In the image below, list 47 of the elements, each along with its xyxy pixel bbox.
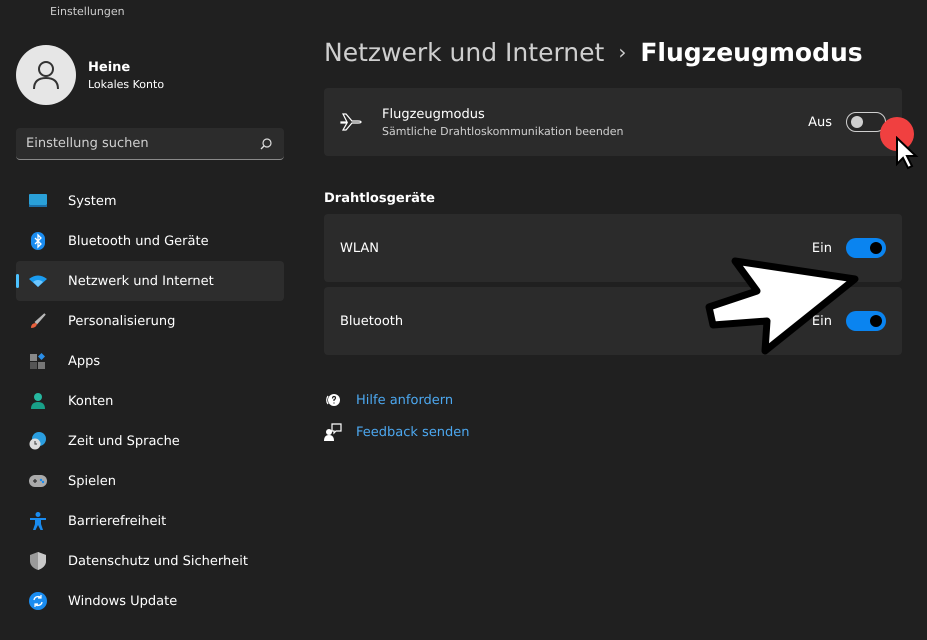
monitor-icon — [29, 194, 47, 208]
accessibility-icon — [30, 512, 46, 530]
globe-clock-icon — [29, 432, 47, 450]
help-link[interactable]: Hilfe anfordern — [356, 392, 454, 408]
wifi-icon — [29, 275, 47, 287]
state-label: Ein — [812, 240, 832, 256]
setting-title: Flugzeugmodus — [382, 106, 486, 122]
breadcrumb-separator: › — [618, 40, 626, 64]
sync-icon — [29, 592, 47, 610]
toggle-switch[interactable] — [846, 238, 886, 258]
gamepad-icon — [29, 475, 47, 487]
apps-icon — [30, 353, 46, 369]
sidebar-item[interactable]: Zeit und Sprache — [16, 421, 284, 461]
sidebar-item[interactable]: Bluetooth und Geräte — [16, 221, 284, 261]
sidebar-item[interactable]: Netzwerk und Internet — [16, 261, 284, 301]
setting-description: Sämtliche Drahtloskommunikation beenden — [382, 124, 625, 138]
toggle-switch[interactable] — [846, 112, 886, 132]
bluetooth-icon — [31, 232, 45, 250]
sidebar-item[interactable]: Barrierefreiheit — [16, 501, 284, 541]
sidebar-item[interactable]: Spielen — [16, 461, 284, 501]
sidebar-item[interactable]: System — [16, 181, 284, 221]
sidebar-item[interactable]: Apps — [16, 341, 284, 381]
setting-title: Bluetooth — [340, 314, 404, 328]
section-heading: Drahtlosgeräte — [324, 191, 435, 206]
airplane-icon — [340, 113, 362, 131]
state-label: Ein — [812, 314, 832, 328]
person-icon — [30, 393, 46, 409]
brush-icon — [30, 313, 46, 329]
page-title: Flugzeugmodus — [640, 38, 863, 66]
sidebar-item[interactable]: Datenschutz und Sicherheit — [16, 541, 284, 581]
search-icon — [260, 138, 272, 150]
setting-title: WLAN — [340, 240, 380, 256]
shield-icon — [30, 552, 46, 570]
help-link[interactable]: Feedback senden — [356, 424, 470, 440]
sidebar-item[interactable]: Windows Update — [16, 581, 284, 621]
toggle-switch[interactable] — [846, 311, 886, 331]
breadcrumb-link[interactable]: Netzwerk und Internet — [324, 38, 604, 66]
feedback-icon — [324, 423, 342, 441]
sidebar-item[interactable]: Personalisierung — [16, 301, 284, 341]
mouse-pointer-icon — [895, 136, 919, 170]
account-type: Lokales Konto — [88, 78, 164, 90]
window-title: Einstellungen — [49, 7, 125, 17]
help-icon — [324, 391, 342, 409]
account-name: Heine — [88, 60, 132, 74]
state-label: Aus — [808, 114, 832, 130]
search-field[interactable]: Einstellung suchen — [16, 128, 284, 160]
sidebar-item[interactable]: Konten — [16, 381, 284, 421]
